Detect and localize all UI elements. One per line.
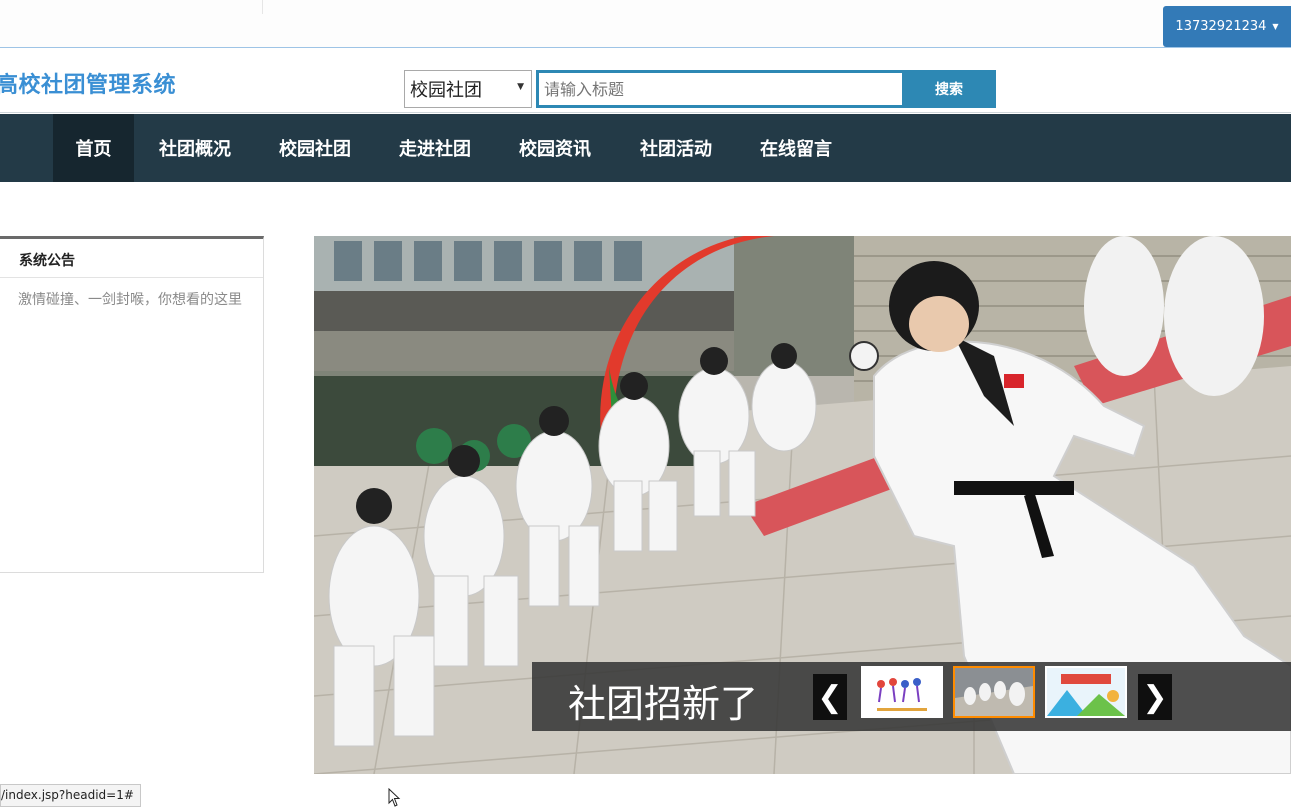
top-bar [0, 0, 1291, 48]
carousel-thumbnail-3[interactable] [1045, 666, 1127, 718]
search-category-value: 校园社团 [410, 80, 482, 101]
search-category-select[interactable]: 校园社团 ▼ [404, 70, 532, 108]
mouse-cursor-icon [388, 788, 401, 807]
carousel-thumbnail-1[interactable] [861, 666, 943, 718]
site-title: 高校社团管理系统 [0, 73, 177, 98]
top-divider [262, 0, 263, 14]
carousel-caption: 社团招新了 [568, 682, 759, 726]
notice-item[interactable]: 激情碰撞、一剑封喉，你想看的这里 [0, 278, 263, 309]
thumbnail-image [955, 668, 1033, 716]
nav-item-club-activities[interactable]: 社团活动 [626, 114, 726, 182]
carousel-prev-button[interactable]: ❮ [813, 674, 847, 720]
caret-down-icon: ▼ [1272, 22, 1279, 31]
search-input[interactable] [536, 70, 902, 108]
chevron-left-icon: ❮ [817, 679, 843, 715]
site-header: 高校社团管理系统 校园社团 ▼ 搜索 [0, 49, 1291, 113]
dropdown-arrow-icon: ▼ [517, 82, 524, 92]
chevron-right-icon: ❯ [1142, 679, 1168, 715]
user-menu-button[interactable]: 13732921234 ▼ [1163, 6, 1291, 47]
carousel-next-button[interactable]: ❯ [1138, 674, 1172, 720]
thumbnail-image [1047, 668, 1125, 716]
user-phone-label: 13732921234 [1175, 19, 1267, 34]
browser-status-url: /index.jsp?headid=1# [0, 784, 141, 807]
search-button[interactable]: 搜索 [902, 70, 996, 108]
nav-item-online-message[interactable]: 在线留言 [746, 114, 846, 182]
nav-item-explore-clubs[interactable]: 走进社团 [385, 114, 485, 182]
nav-item-campus-clubs[interactable]: 校园社团 [265, 114, 365, 182]
carousel-thumbnail-2[interactable] [953, 666, 1035, 718]
thumbnail-image [863, 668, 941, 716]
page: 13732921234 ▼ 高校社团管理系统 校园社团 ▼ 搜索 首页 社团概况… [0, 0, 1291, 807]
nav-item-home[interactable]: 首页 [53, 114, 134, 182]
notice-title: 系统公告 [0, 239, 263, 278]
main-nav: 首页 社团概况 校园社团 走进社团 校园资讯 社团活动 在线留言 [0, 114, 1291, 182]
nav-item-overview[interactable]: 社团概况 [145, 114, 245, 182]
notice-panel: 系统公告 激情碰撞、一剑封喉，你想看的这里 [0, 236, 264, 573]
nav-item-campus-news[interactable]: 校园资讯 [505, 114, 605, 182]
